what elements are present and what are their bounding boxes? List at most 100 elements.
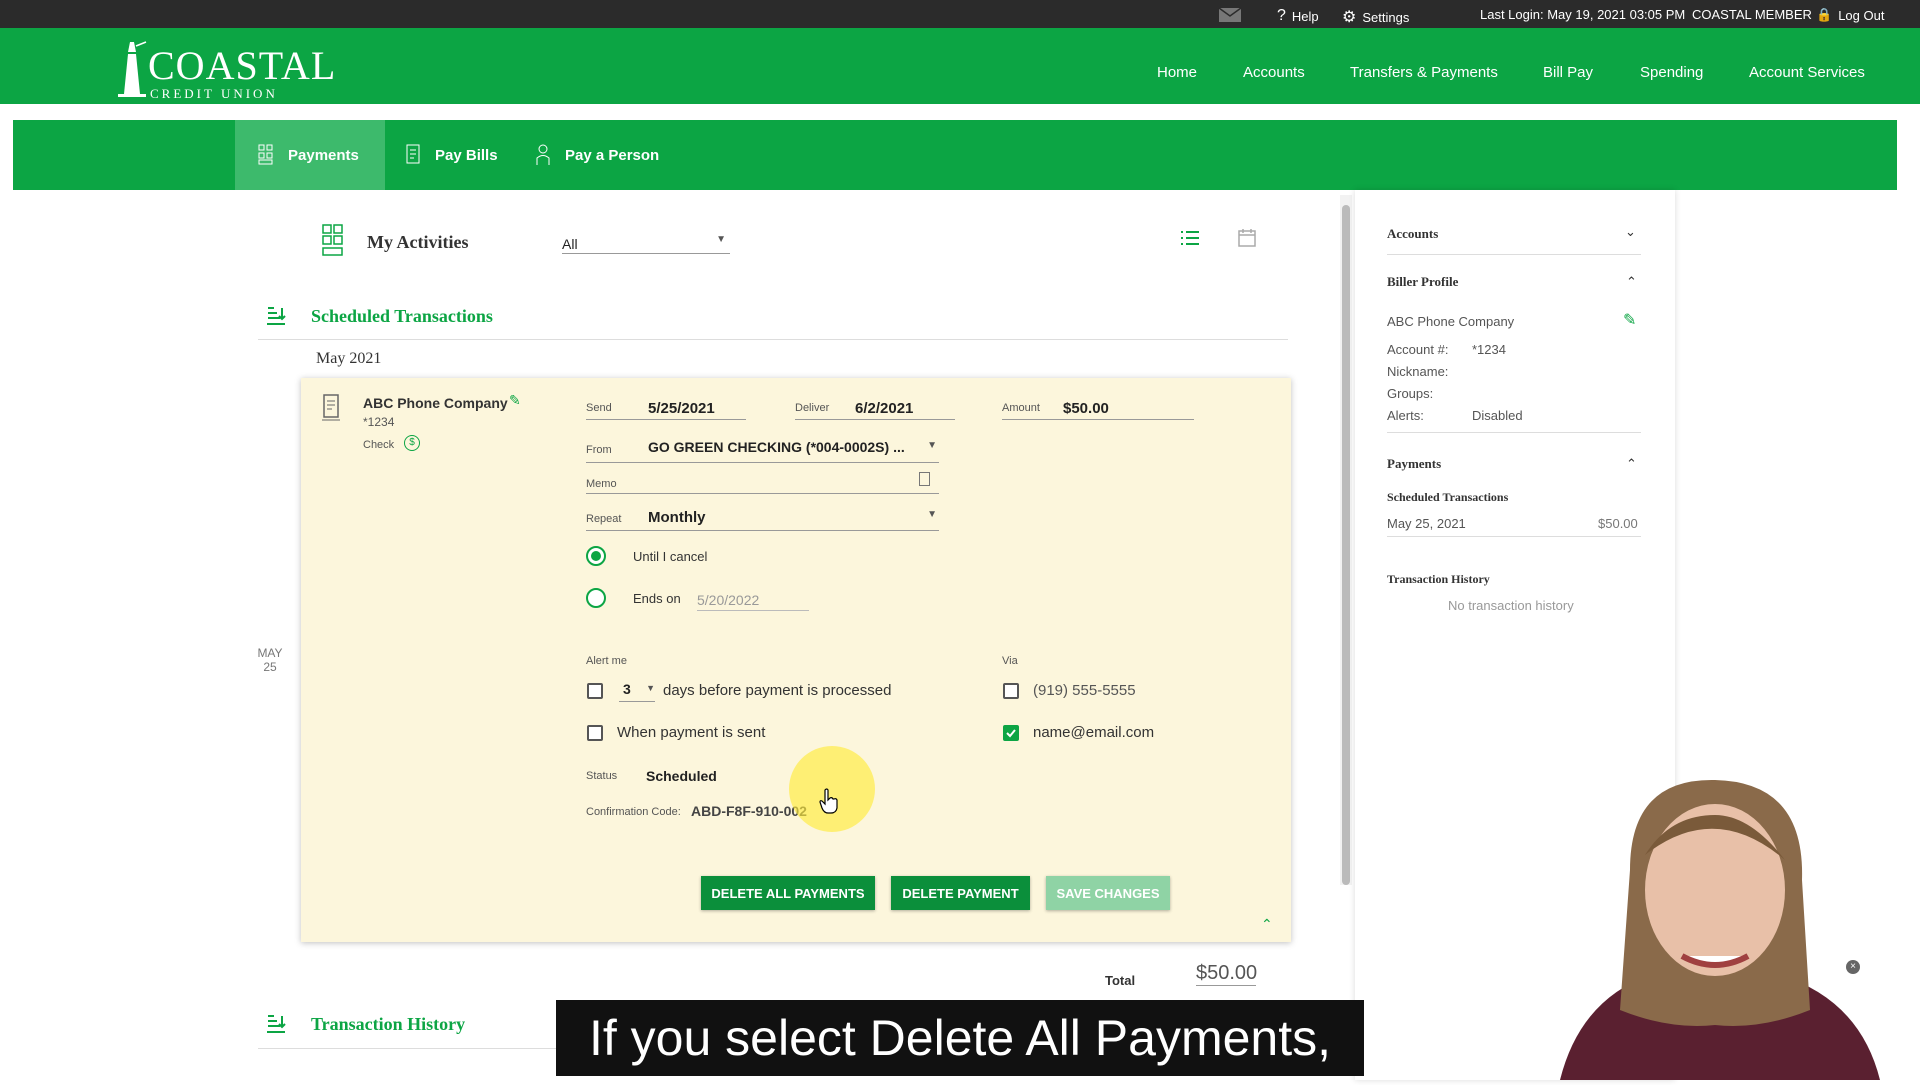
tab-pay-bills-label: Pay Bills	[435, 146, 498, 164]
days-before-text: days before payment is processed	[663, 682, 892, 699]
logout-link[interactable]: 🔒 Log Out	[1816, 7, 1884, 23]
close-icon[interactable]: ×	[1846, 960, 1860, 974]
lighthouse-icon	[118, 41, 147, 97]
ends-on-date-input[interactable]: 5/20/2022	[697, 587, 809, 611]
bill-icon	[322, 394, 340, 421]
help-icon: ?	[1277, 7, 1286, 24]
main-scrollbar[interactable]	[1340, 195, 1352, 885]
phone-number: (919) 555-5555	[1033, 682, 1136, 699]
memo-input[interactable]	[646, 472, 939, 494]
deliver-date-field[interactable]: 6/2/2021	[853, 398, 953, 420]
divider	[1387, 432, 1641, 433]
tab-pay-person-label: Pay a Person	[565, 146, 660, 164]
until-cancel-radio[interactable]	[586, 546, 606, 566]
ends-on-date-value: 5/20/2022	[697, 592, 760, 608]
brand-logo[interactable]: COASTAL CREDIT UNION	[116, 36, 337, 101]
nav-bill-pay[interactable]: Bill Pay	[1543, 64, 1593, 81]
side-scheduled-amount: $50.00	[1598, 516, 1638, 531]
month-label: May 2021	[316, 350, 382, 367]
sort-icon[interactable]	[265, 306, 287, 331]
chevron-down-icon[interactable]: ⌄	[1625, 224, 1636, 240]
list-view-icon[interactable]	[1180, 230, 1200, 248]
until-cancel-label: Until I cancel	[633, 549, 708, 564]
pencil-icon[interactable]: ✎	[509, 392, 521, 409]
payment-detail-card: ABC Phone Company ✎ *1234 Check $ Send 5…	[301, 378, 1291, 942]
brand-sub: CREDIT UNION	[150, 86, 278, 101]
amount-label: Amount	[1002, 402, 1040, 414]
days-value: 3	[623, 681, 631, 697]
nav-spending[interactable]: Spending	[1640, 64, 1703, 81]
side-no-history: No transaction history	[1448, 598, 1574, 613]
alert-label: Alert me	[586, 655, 627, 667]
help-link[interactable]: ? Help	[1277, 7, 1319, 25]
send-date-field[interactable]: 5/25/2021	[646, 398, 746, 420]
tab-payments[interactable]: Payments	[235, 120, 385, 190]
chevron-down-icon: ▼	[927, 440, 937, 451]
side-biller-profile-title: Biller Profile	[1387, 274, 1459, 289]
main-header: COASTAL CREDIT UNION Home Accounts Trans…	[0, 28, 1920, 104]
radio-selected-dot	[591, 551, 601, 561]
underline	[795, 419, 955, 420]
phone-alert-checkbox[interactable]	[1003, 683, 1019, 699]
settings-link[interactable]: ⚙ Settings	[1342, 7, 1409, 27]
delete-payment-button[interactable]: DELETE PAYMENT	[891, 876, 1030, 910]
repeat-select[interactable]: Monthly ▼	[646, 506, 939, 530]
settings-label: Settings	[1362, 9, 1410, 25]
via-label: Via	[1002, 655, 1018, 667]
tab-pay-bills[interactable]: Pay Bills	[393, 120, 498, 190]
underline	[586, 493, 939, 494]
sort-icon[interactable]	[265, 1014, 287, 1039]
when-sent-checkbox[interactable]	[587, 725, 603, 741]
tab-pay-person[interactable]: Pay a Person	[523, 120, 659, 190]
nav-accounts[interactable]: Accounts	[1243, 64, 1305, 81]
underline	[1002, 419, 1194, 420]
when-sent-label: When payment is sent	[617, 724, 766, 741]
nav-home[interactable]: Home	[1157, 64, 1197, 81]
chevron-up-icon[interactable]: ⌃	[1261, 916, 1273, 933]
last-login: Last Login: May 19, 2021 03:05 PM	[1480, 7, 1686, 22]
nav-transfers[interactable]: Transfers & Payments	[1350, 64, 1498, 81]
side-scheduled-title: Scheduled Transactions	[1387, 490, 1509, 504]
chevron-down-icon: ▼	[927, 509, 937, 520]
amount-field[interactable]: $50.00	[1061, 398, 1191, 420]
chevron-down-icon: ▼	[716, 234, 726, 245]
side-biller-name: ABC Phone Company	[1387, 314, 1515, 329]
ends-on-label: Ends on	[633, 591, 681, 606]
chevron-up-icon[interactable]: ⌃	[1626, 456, 1637, 472]
side-account-value: *1234	[1472, 342, 1506, 357]
pencil-icon[interactable]: ✎	[1623, 310, 1636, 330]
send-label: Send	[586, 402, 612, 414]
calendar-view-icon[interactable]	[1237, 228, 1257, 248]
days-before-checkbox[interactable]	[587, 683, 603, 699]
underline	[586, 530, 939, 531]
save-changes-button[interactable]: SAVE CHANGES	[1046, 876, 1170, 910]
activity-filter-select[interactable]: All ▼	[562, 232, 730, 254]
section-divider	[258, 1048, 558, 1049]
payment-method: Check	[363, 439, 395, 451]
from-account-select[interactable]: GO GREEN CHECKING (*004-0002S) ... ▼	[646, 437, 939, 461]
activities-icon	[322, 224, 343, 256]
help-label: Help	[1291, 8, 1319, 24]
deliver-label: Deliver	[795, 402, 830, 414]
deliver-date-value: 6/2/2021	[855, 400, 914, 417]
days-select[interactable]: 3 ▼	[619, 678, 655, 702]
mail-icon[interactable]	[1218, 7, 1242, 23]
ends-on-radio[interactable]	[586, 588, 606, 608]
email-alert-checkbox[interactable]	[1003, 725, 1019, 741]
member-name[interactable]: COASTAL MEMBER	[1692, 7, 1812, 22]
brand-name: COASTAL	[148, 43, 337, 88]
status-label: Status	[586, 770, 618, 782]
person-icon	[536, 144, 550, 165]
delete-all-payments-button[interactable]: DELETE ALL PAYMENTS	[701, 876, 875, 910]
from-label: From	[586, 444, 612, 456]
total-label: Total	[1105, 973, 1136, 988]
side-scheduled-date[interactable]: May 25, 2021	[1387, 516, 1466, 531]
chevron-up-icon[interactable]: ⌃	[1626, 274, 1637, 290]
repeat-label: Repeat	[586, 513, 622, 525]
nav-account-services[interactable]: Account Services	[1749, 64, 1865, 81]
bill-icon	[406, 144, 420, 164]
side-nickname-label: Nickname:	[1387, 364, 1449, 379]
scrollbar-thumb[interactable]	[1342, 205, 1350, 885]
side-accounts-title: Accounts	[1387, 226, 1439, 241]
side-payments-title: Payments	[1387, 456, 1442, 471]
